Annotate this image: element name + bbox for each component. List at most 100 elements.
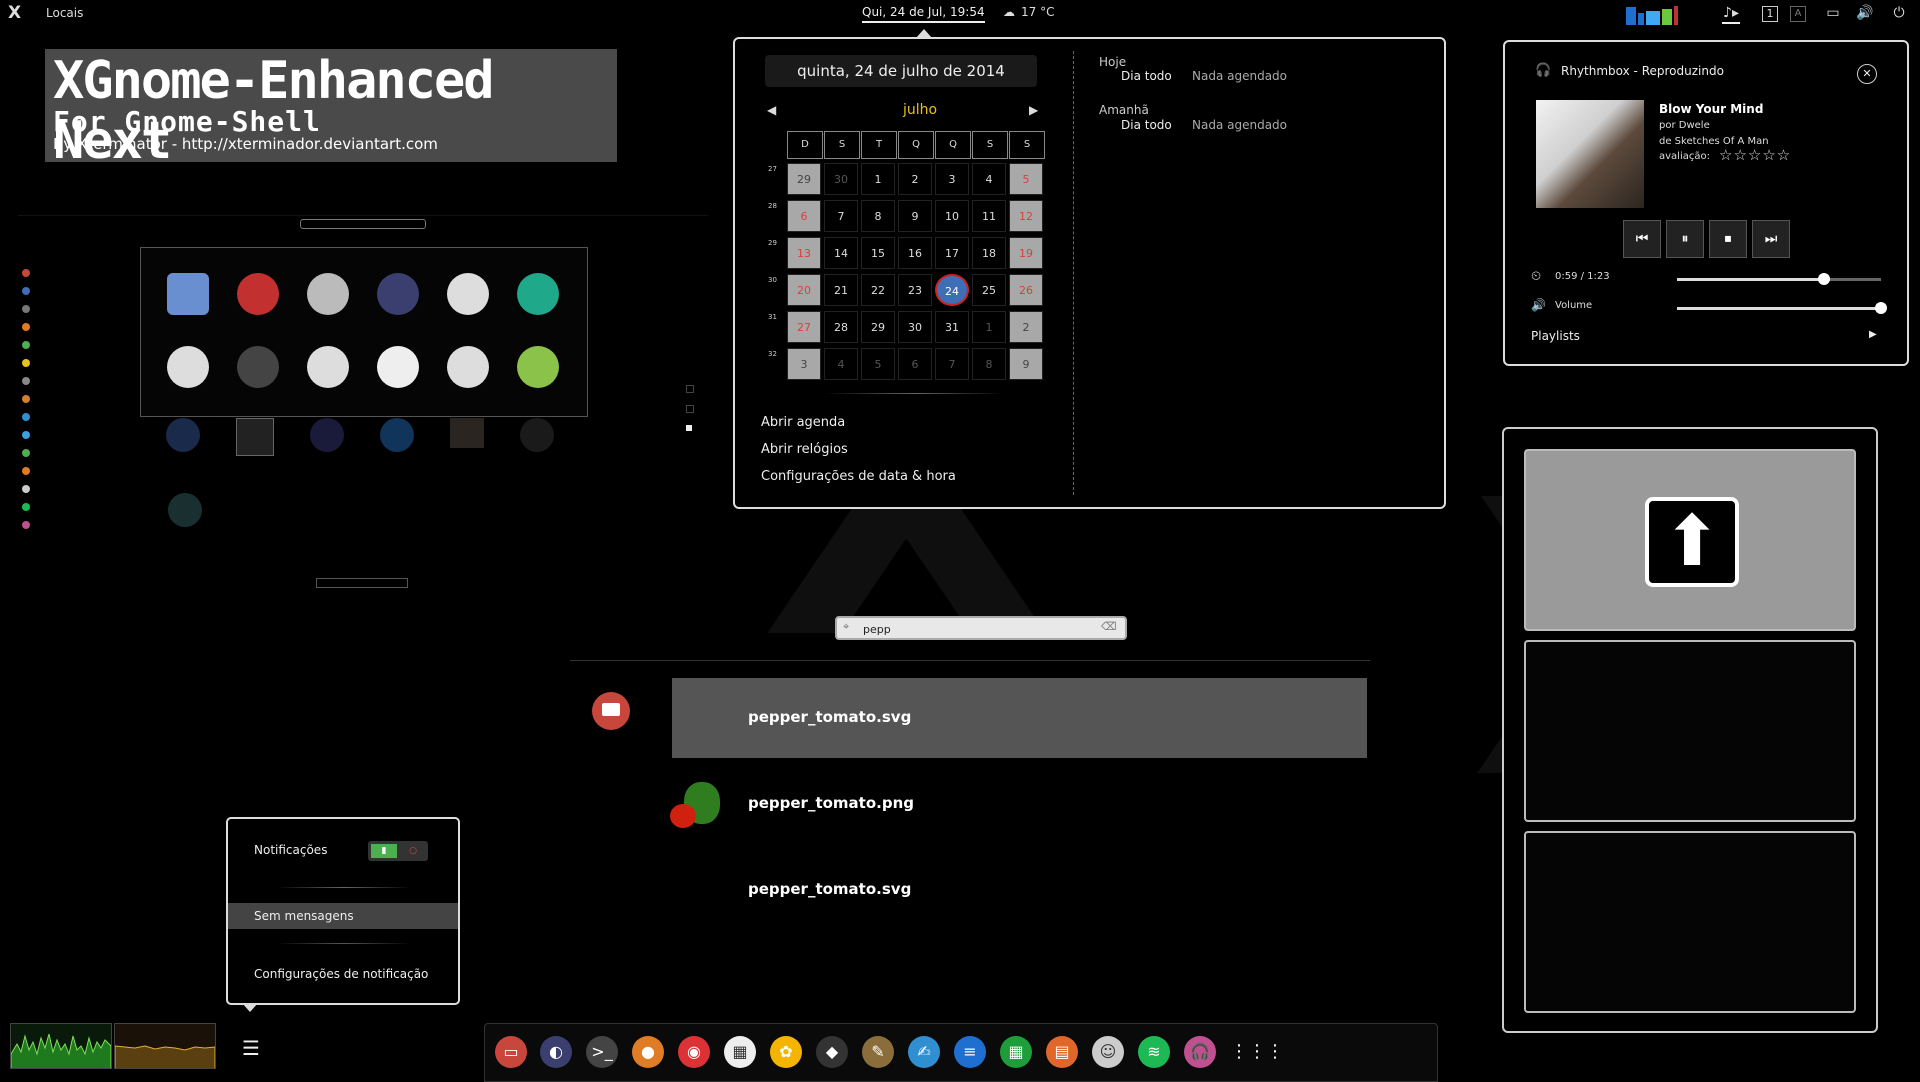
terminal-dock-icon[interactable]: >_ xyxy=(586,1036,618,1068)
calendar-day[interactable]: 12 xyxy=(1009,200,1043,232)
picasa-dock-icon[interactable]: ✿ xyxy=(770,1036,802,1068)
calendar-day[interactable]: 9 xyxy=(1009,348,1043,380)
calendar-day[interactable]: 2 xyxy=(898,163,932,195)
position-slider[interactable] xyxy=(1677,273,1881,285)
volume-slider[interactable] xyxy=(1677,302,1887,314)
open-clocks-link[interactable]: Abrir relógios xyxy=(761,442,848,457)
next-track-button[interactable]: ⏭ xyxy=(1752,220,1790,258)
calendar-day[interactable]: 16 xyxy=(898,237,932,269)
search-result[interactable]: pepper_tomato.png xyxy=(670,764,1367,844)
calendar-day[interactable]: 21 xyxy=(824,274,858,306)
impress-dock-icon[interactable]: ▤ xyxy=(1046,1036,1078,1068)
help-app-icon[interactable] xyxy=(167,273,209,315)
workspace-1-icon[interactable]: 1 xyxy=(1762,6,1778,22)
calendar-day[interactable]: 3 xyxy=(787,348,821,380)
calendar-day[interactable]: 8 xyxy=(861,200,895,232)
calendar-day[interactable]: 7 xyxy=(935,348,969,380)
image-viewer-app-icon[interactable] xyxy=(517,346,559,388)
font-viewer-app-icon[interactable] xyxy=(447,346,489,388)
chevron-right-icon[interactable]: ▶ xyxy=(1869,329,1877,340)
calendar-day[interactable]: 29 xyxy=(787,163,821,195)
system-monitor-app-icon[interactable] xyxy=(517,273,559,315)
firefox-dock-icon[interactable]: ● xyxy=(632,1036,664,1068)
calendar-day[interactable]: 17 xyxy=(935,237,969,269)
character-map-app-icon[interactable] xyxy=(447,273,489,315)
document-viewer-app-icon[interactable] xyxy=(377,346,419,388)
weather-indicator[interactable]: ☁ 17 °C xyxy=(1003,5,1054,19)
calendar-day[interactable]: 26 xyxy=(1009,274,1043,306)
calendar-day[interactable]: 18 xyxy=(972,237,1006,269)
calendar-day[interactable]: 1 xyxy=(972,311,1006,343)
writer-dock-icon[interactable]: ≡ xyxy=(954,1036,986,1068)
calendar-day[interactable]: 4 xyxy=(972,163,1006,195)
disks-app-icon[interactable] xyxy=(307,273,349,315)
no-messages-item[interactable]: Sem mensagens xyxy=(228,903,458,929)
calendar-day[interactable]: 7 xyxy=(824,200,858,232)
previous-track-button[interactable]: ⏮ xyxy=(1623,220,1661,258)
notification-settings-link[interactable]: Configurações de notificação xyxy=(254,967,428,981)
calendar-day[interactable]: 19 xyxy=(1009,237,1043,269)
workspace-3[interactable] xyxy=(1524,831,1856,1013)
calendar-day[interactable]: 30 xyxy=(898,311,932,343)
rating-stars[interactable]: ☆☆☆☆☆ xyxy=(1719,146,1791,164)
volume-icon[interactable]: 🔊 xyxy=(1856,4,1874,22)
workspace-2[interactable] xyxy=(1524,640,1856,822)
calendar-day[interactable]: 5 xyxy=(1009,163,1043,195)
stop-button[interactable]: ⏹ xyxy=(1709,220,1747,258)
calendar-day[interactable]: 31 xyxy=(935,311,969,343)
chrome-dock-icon[interactable]: ◉ xyxy=(678,1036,710,1068)
calendar-day-today[interactable]: 24 xyxy=(935,274,969,306)
notifications-toggle[interactable]: ▮ ○ xyxy=(368,841,428,861)
calendar-day[interactable]: 5 xyxy=(861,348,895,380)
close-icon[interactable]: ✕ xyxy=(1857,64,1877,84)
utilities-folder-icon[interactable] xyxy=(236,418,274,456)
calendar-day[interactable]: 4 xyxy=(824,348,858,380)
clock-button[interactable]: Qui, 24 de Jul, 19:54 xyxy=(862,5,985,23)
date-time-settings-link[interactable]: Configurações de data & hora xyxy=(761,469,956,484)
search-field[interactable]: ⌖ ⌫ xyxy=(835,616,1127,640)
places-menu[interactable]: Locais xyxy=(46,6,83,20)
playlists-menu-item[interactable]: Playlists xyxy=(1531,329,1580,343)
cpu-graph[interactable] xyxy=(10,1023,112,1069)
clear-icon[interactable]: ⌫ xyxy=(1101,620,1117,633)
calendar-day[interactable]: 13 xyxy=(787,237,821,269)
calendar-day[interactable]: 11 xyxy=(972,200,1006,232)
show-apps-grid-icon[interactable]: ⋮⋮⋮ xyxy=(1230,1036,1284,1068)
calendar-day[interactable]: 6 xyxy=(898,348,932,380)
console-app-icon[interactable] xyxy=(237,346,279,388)
pidgin-dock-icon[interactable]: ☺ xyxy=(1092,1036,1124,1068)
menu-icon[interactable]: ☰ xyxy=(242,1036,260,1060)
volume-slider-knob[interactable] xyxy=(1875,302,1887,314)
terminal-app-icon-mini[interactable] xyxy=(167,346,209,388)
x-logo-icon[interactable]: X xyxy=(8,3,21,23)
next-month-arrow-icon[interactable]: ▶ xyxy=(1029,103,1038,117)
calendar-day[interactable]: 14 xyxy=(824,237,858,269)
search-result[interactable]: pepper_tomato.svg xyxy=(672,678,1367,758)
calendar-day[interactable]: 22 xyxy=(861,274,895,306)
power-icon[interactable]: ⏻ xyxy=(1890,4,1908,22)
calendar-day[interactable]: 27 xyxy=(787,311,821,343)
calendar-day[interactable]: 6 xyxy=(787,200,821,232)
calendar-day[interactable]: 30 xyxy=(824,163,858,195)
software-center-dock-icon[interactable]: ▦ xyxy=(724,1036,756,1068)
calendar-day[interactable]: 15 xyxy=(861,237,895,269)
calendar-day[interactable]: 28 xyxy=(824,311,858,343)
network-icon[interactable]: ▭ xyxy=(1824,4,1842,22)
search-result[interactable]: pepper_tomato.svg xyxy=(672,850,1367,930)
gimp-dock-icon[interactable]: ✎ xyxy=(862,1036,894,1068)
prev-month-arrow-icon[interactable]: ◀ xyxy=(767,103,776,117)
position-slider-knob[interactable] xyxy=(1817,273,1830,285)
memory-graph[interactable] xyxy=(114,1023,216,1069)
music-note-icon[interactable]: ♪▸ xyxy=(1722,4,1740,24)
files-dock-icon[interactable]: ▭ xyxy=(495,1036,527,1068)
calendar-day[interactable]: 3 xyxy=(935,163,969,195)
calendar-day[interactable]: 1 xyxy=(861,163,895,195)
calendar-day[interactable]: 8 xyxy=(972,348,1006,380)
screenshot-app-icon[interactable] xyxy=(237,273,279,315)
rhythmbox-dock-icon[interactable]: 🎧 xyxy=(1184,1036,1216,1068)
search-input[interactable] xyxy=(861,620,1095,638)
text-editor-dock-icon[interactable]: ✍ xyxy=(908,1036,940,1068)
spotify-dock-icon[interactable]: ≋ xyxy=(1138,1036,1170,1068)
keyboard-layout-icon[interactable]: A xyxy=(1790,6,1806,22)
calendar-day[interactable]: 23 xyxy=(898,274,932,306)
